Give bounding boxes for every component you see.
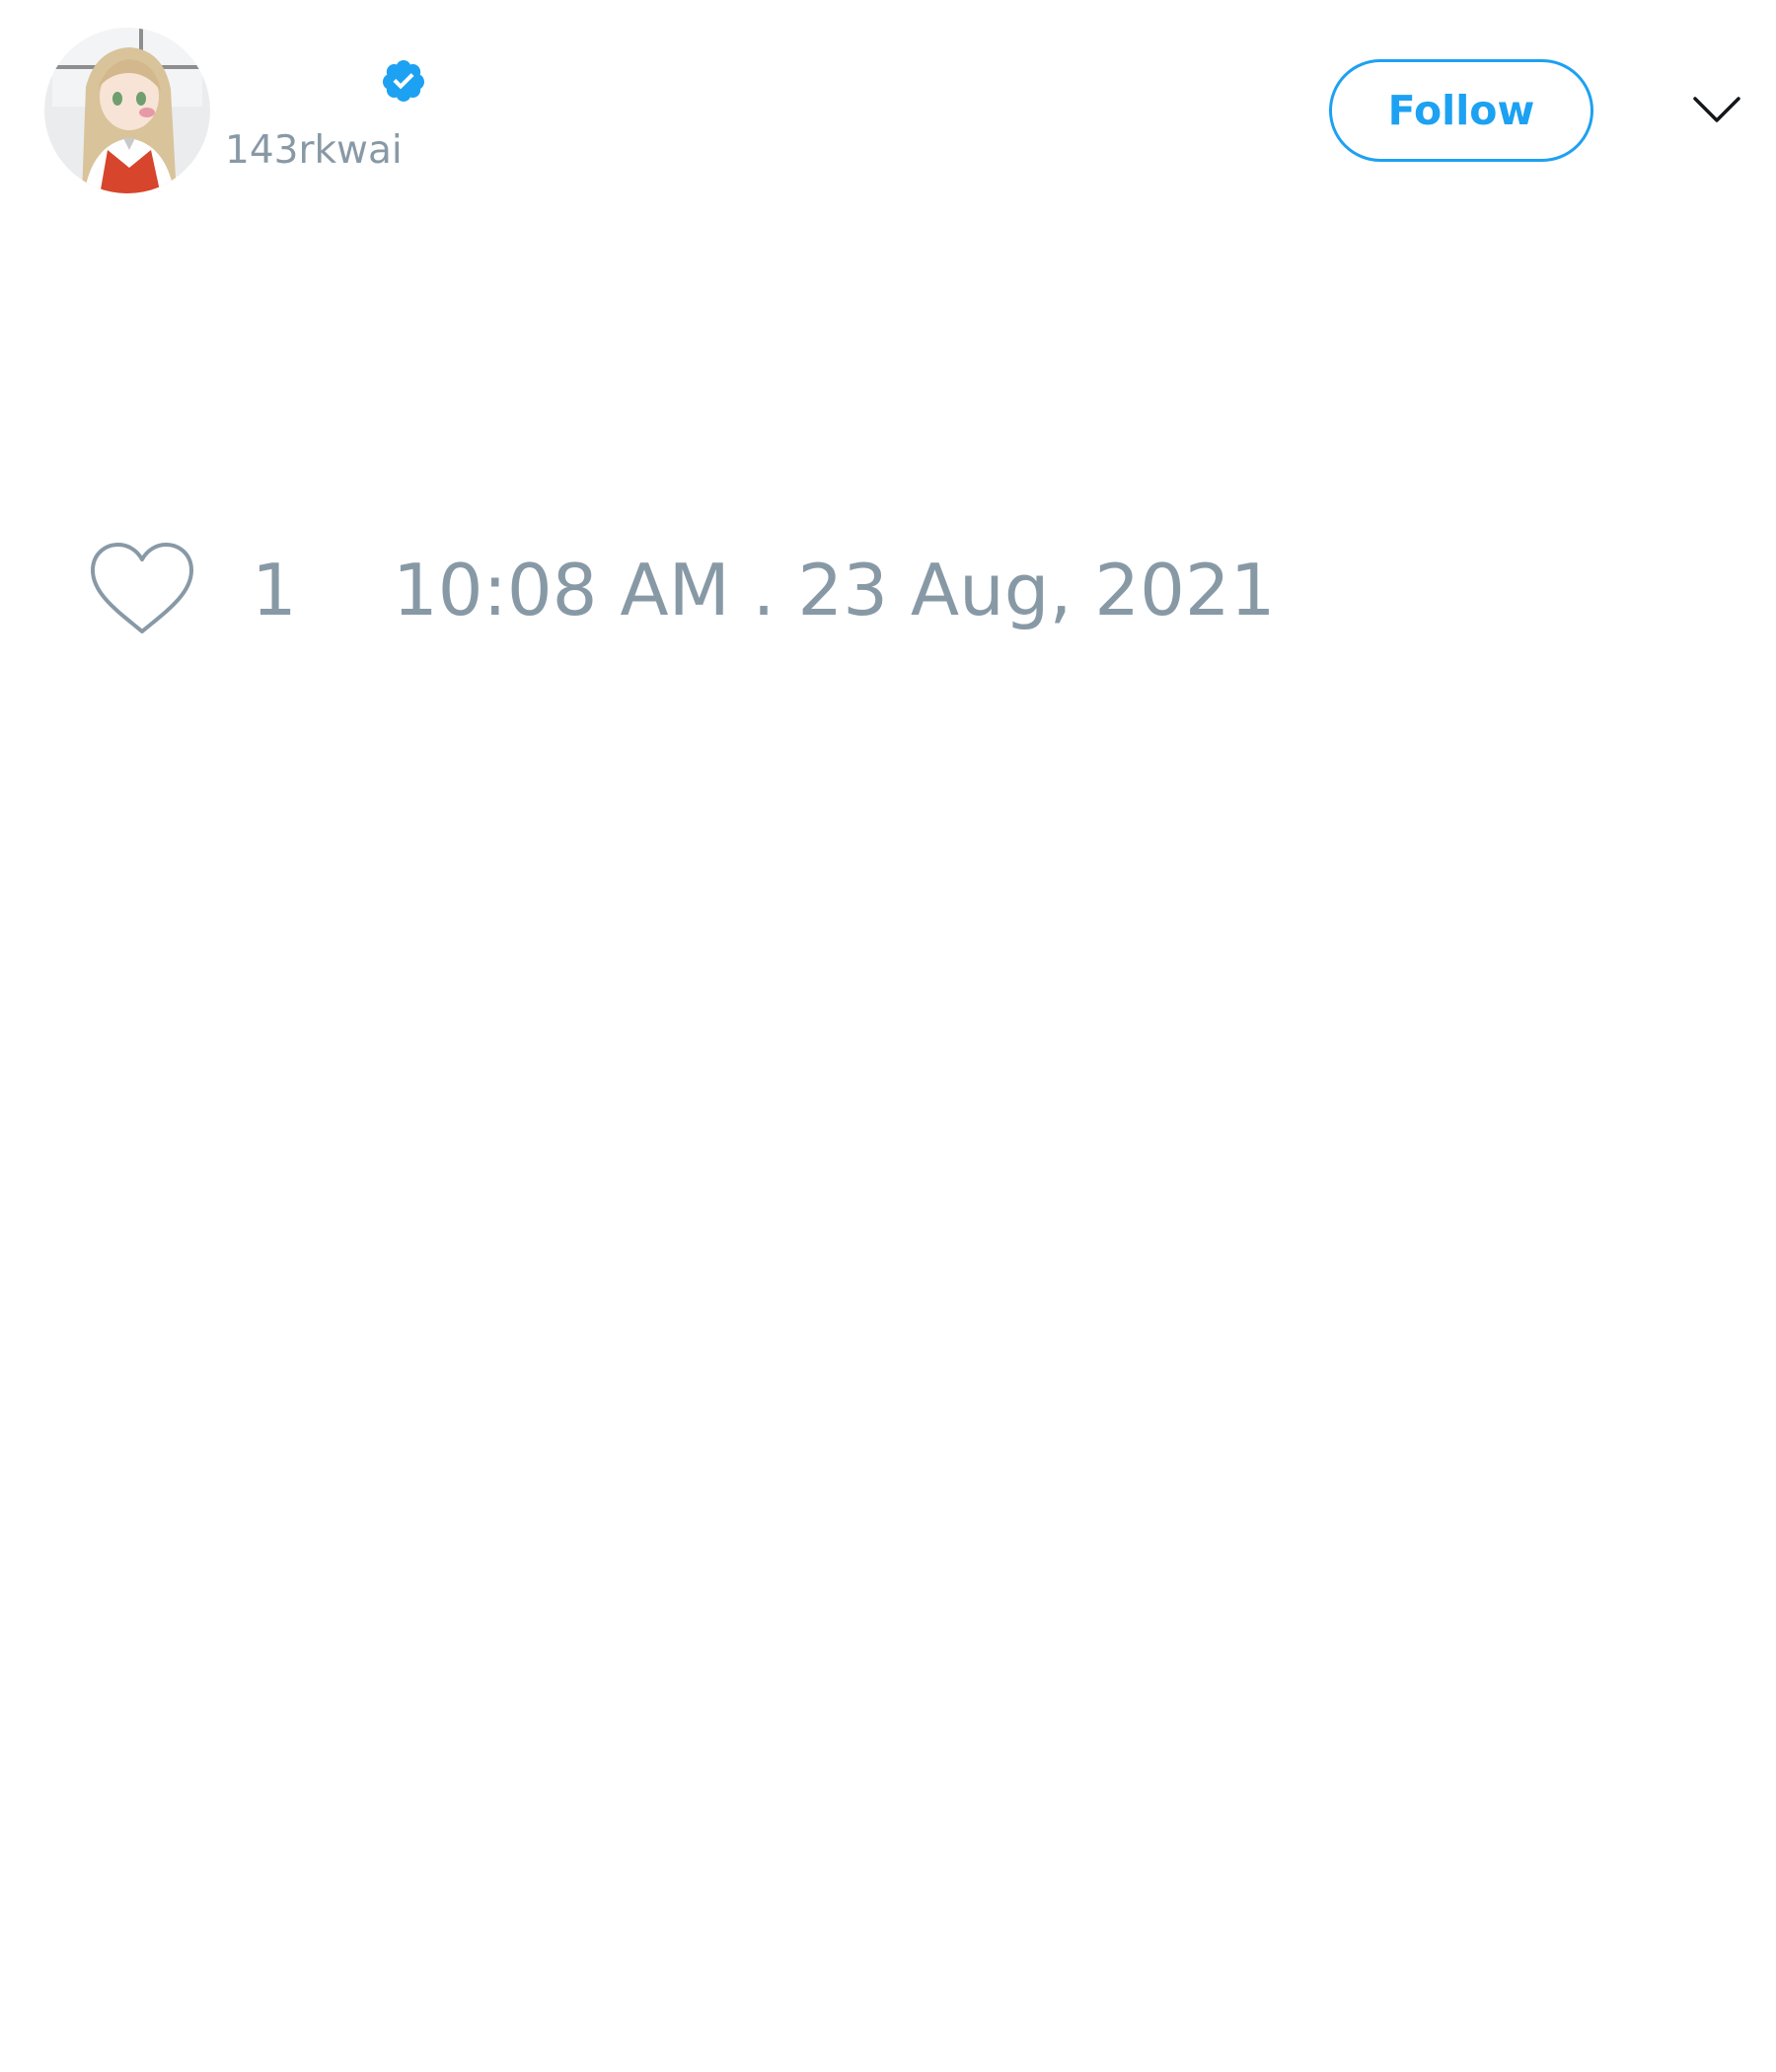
tweet-timestamp[interactable]: 10:08 AM . 23 Aug, 2021: [393, 548, 1276, 632]
chevron-down-icon[interactable]: [1692, 91, 1741, 126]
verified-badge-icon: [380, 57, 427, 105]
heart-icon[interactable]: [89, 541, 195, 635]
author-handle[interactable]: 143rkwai: [225, 126, 403, 176]
like-count: 1: [252, 549, 297, 631]
avatar-image: [44, 28, 210, 193]
avatar[interactable]: [44, 28, 210, 193]
follow-button[interactable]: Follow: [1329, 59, 1593, 162]
